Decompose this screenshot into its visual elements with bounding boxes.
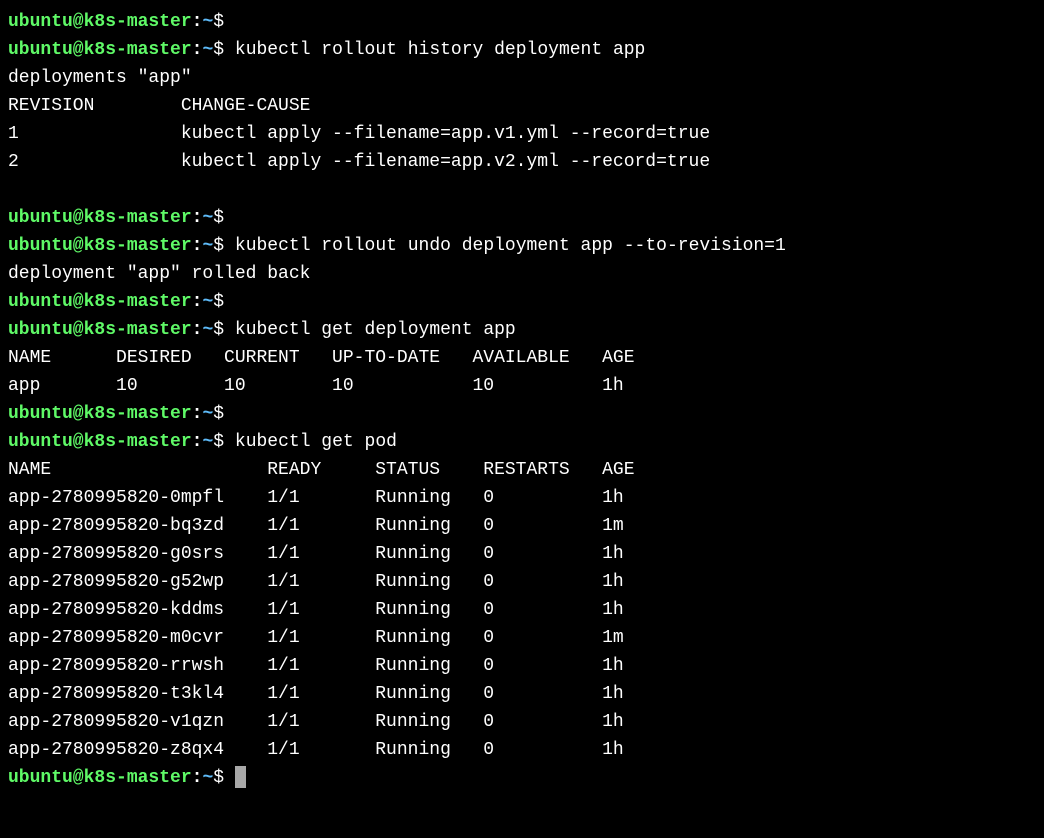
path: ~ xyxy=(202,292,213,312)
pod-row: app-2780995820-kddms 1/1 Running 0 1h xyxy=(8,596,1036,624)
dollar: $ xyxy=(213,404,224,424)
pod-row: app-2780995820-m0cvr 1/1 Running 0 1m xyxy=(8,624,1036,652)
path: ~ xyxy=(202,12,213,32)
undo-result: deployment "app" rolled back xyxy=(8,260,1036,288)
pod-row: app-2780995820-bq3zd 1/1 Running 0 1m xyxy=(8,512,1036,540)
deployment-header: NAME DESIRED CURRENT UP-TO-DATE AVAILABL… xyxy=(8,344,1036,372)
history-row-1: 1 kubectl apply --filename=app.v1.yml --… xyxy=(8,120,1036,148)
dollar: $ xyxy=(213,292,224,312)
colon: : xyxy=(192,236,203,256)
dollar: $ xyxy=(213,12,224,32)
dollar: $ xyxy=(213,768,224,788)
path: ~ xyxy=(202,768,213,788)
pod-row: app-2780995820-g52wp 1/1 Running 0 1h xyxy=(8,568,1036,596)
user-host: ubuntu@k8s-master xyxy=(8,40,192,60)
history-row-2: 2 kubectl apply --filename=app.v2.yml --… xyxy=(8,148,1036,176)
path: ~ xyxy=(202,208,213,228)
pod-row: app-2780995820-0mpfl 1/1 Running 0 1h xyxy=(8,484,1036,512)
colon: : xyxy=(192,768,203,788)
colon: : xyxy=(192,40,203,60)
dollar: $ xyxy=(213,432,224,452)
colon: : xyxy=(192,12,203,32)
colon: : xyxy=(192,208,203,228)
deployment-row: app 10 10 10 10 1h xyxy=(8,372,1036,400)
colon: : xyxy=(192,320,203,340)
command-text: kubectl get deployment app xyxy=(235,320,516,340)
command-text: kubectl get pod xyxy=(235,432,397,452)
user-host: ubuntu@k8s-master xyxy=(8,768,192,788)
path: ~ xyxy=(202,432,213,452)
dollar: $ xyxy=(213,40,224,60)
pod-row: app-2780995820-t3kl4 1/1 Running 0 1h xyxy=(8,680,1036,708)
user-host: ubuntu@k8s-master xyxy=(8,320,192,340)
cursor-icon xyxy=(235,766,246,788)
path: ~ xyxy=(202,236,213,256)
pod-row: app-2780995820-z8qx4 1/1 Running 0 1h xyxy=(8,736,1036,764)
pods-header: NAME READY STATUS RESTARTS AGE xyxy=(8,456,1036,484)
prompt-line-8: ubuntu@k8s-master:~$ kubectl get pod xyxy=(8,428,1036,456)
command-text: kubectl rollout undo deployment app --to… xyxy=(235,236,786,256)
user-host: ubuntu@k8s-master xyxy=(8,404,192,424)
dollar: $ xyxy=(213,236,224,256)
blank-line xyxy=(8,176,1036,204)
path: ~ xyxy=(202,40,213,60)
path: ~ xyxy=(202,320,213,340)
prompt-line-7: ubuntu@k8s-master:~$ xyxy=(8,400,1036,428)
history-header: deployments "app" xyxy=(8,64,1036,92)
dollar: $ xyxy=(213,208,224,228)
prompt-line-3: ubuntu@k8s-master:~$ xyxy=(8,204,1036,232)
prompt-line-2: ubuntu@k8s-master:~$ kubectl rollout his… xyxy=(8,36,1036,64)
prompt-line-6: ubuntu@k8s-master:~$ kubectl get deploym… xyxy=(8,316,1036,344)
command-text: kubectl rollout history deployment app xyxy=(235,40,645,60)
user-host: ubuntu@k8s-master xyxy=(8,292,192,312)
user-host: ubuntu@k8s-master xyxy=(8,208,192,228)
path: ~ xyxy=(202,404,213,424)
dollar: $ xyxy=(213,320,224,340)
pod-row: app-2780995820-v1qzn 1/1 Running 0 1h xyxy=(8,708,1036,736)
prompt-line-9[interactable]: ubuntu@k8s-master:~$ xyxy=(8,764,1036,792)
pod-row: app-2780995820-rrwsh 1/1 Running 0 1h xyxy=(8,652,1036,680)
prompt-line-1: ubuntu@k8s-master:~$ xyxy=(8,8,1036,36)
user-host: ubuntu@k8s-master xyxy=(8,432,192,452)
history-columns: REVISION CHANGE-CAUSE xyxy=(8,92,1036,120)
colon: : xyxy=(192,404,203,424)
colon: : xyxy=(192,292,203,312)
user-host: ubuntu@k8s-master xyxy=(8,236,192,256)
pod-row: app-2780995820-g0srs 1/1 Running 0 1h xyxy=(8,540,1036,568)
prompt-line-5: ubuntu@k8s-master:~$ xyxy=(8,288,1036,316)
colon: : xyxy=(192,432,203,452)
prompt-line-4: ubuntu@k8s-master:~$ kubectl rollout und… xyxy=(8,232,1036,260)
user-host: ubuntu@k8s-master xyxy=(8,12,192,32)
